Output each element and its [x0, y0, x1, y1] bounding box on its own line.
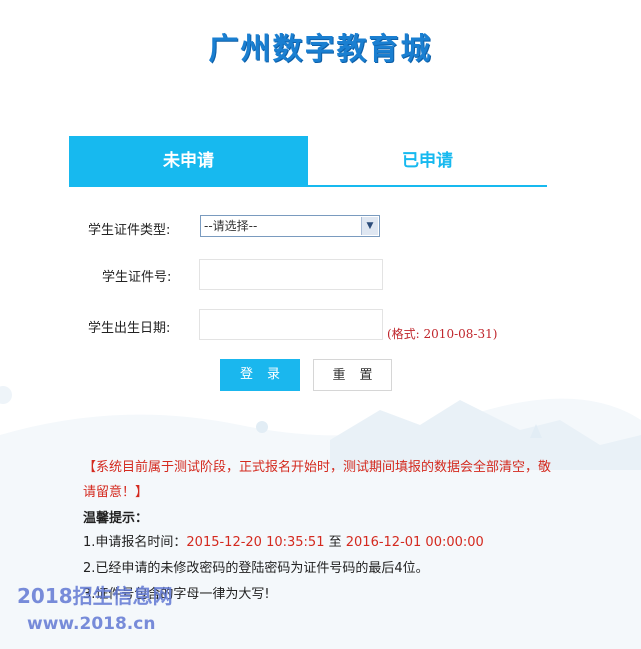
tab-underline — [69, 185, 547, 187]
birth-date-label: 学生出生日期: — [88, 321, 171, 336]
tab-bar: 未申请 已申请 — [69, 136, 547, 186]
watermark-url: www.2018.cn — [27, 614, 156, 634]
id-number-label: 学生证件号: — [102, 270, 172, 285]
system-notice: 【系统目前属于测试阶段，正式报名开始时，测试期间填报的数据会全部清空，敬请留意！… — [83, 460, 552, 500]
tips-title: 温馨提示： — [83, 511, 149, 526]
id-type-select[interactable]: --请选择-- ▼ — [200, 215, 380, 237]
tip1-prefix: 1.申请报名时间： — [83, 535, 187, 550]
tab-not-applied[interactable]: 未申请 — [69, 136, 308, 186]
tip1-start-time: 2015-12-20 10:35:51 — [186, 535, 325, 550]
id-type-label: 学生证件类型: — [88, 223, 171, 238]
id-type-selected-value: --请选择-- — [204, 219, 258, 233]
reset-button[interactable]: 重置 — [313, 359, 392, 391]
watermark-title: 2018招生信息网 — [17, 584, 173, 608]
tip-registration-time: 1.申请报名时间：2015-12-20 10:35:51 至 2016-12-0… — [83, 531, 484, 550]
birth-date-format-hint: (格式: 2010-08-31) — [387, 327, 498, 341]
tab-applied[interactable]: 已申请 — [308, 136, 547, 186]
chevron-down-icon[interactable]: ▼ — [361, 217, 378, 235]
tip1-separator: 至 — [324, 535, 346, 550]
id-number-input[interactable] — [199, 259, 383, 290]
tip-password: 2.已经申请的未修改密码的登陆密码为证件号码的最后4位。 — [83, 561, 429, 576]
login-button[interactable]: 登录 — [220, 359, 300, 391]
site-logo-title: 广州数字教育城 — [208, 32, 433, 67]
birth-date-input[interactable] — [199, 309, 383, 340]
tip1-end-time: 2016-12-01 00:00:00 — [345, 535, 484, 550]
